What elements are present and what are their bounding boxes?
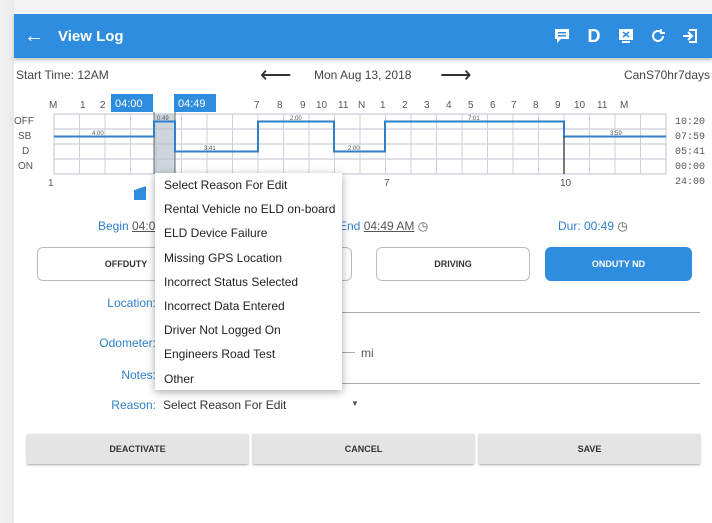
cancel-button[interactable]: CANCEL — [253, 434, 474, 464]
d-icon[interactable]: D — [580, 22, 608, 50]
hour-label: 9 — [300, 100, 306, 111]
hour-label: 10 — [574, 100, 586, 111]
end-label: End — [339, 219, 361, 233]
duration-value: Dur: 00:49 — [558, 219, 615, 233]
segment-label: 4:00 — [92, 131, 104, 137]
previous-day-icon[interactable]: ⟵ — [260, 62, 292, 88]
reason-label: Reason: — [111, 398, 156, 412]
hour-label: 6 — [490, 100, 496, 111]
segment-label: 3:59 — [610, 131, 622, 137]
hour-label: 7 — [511, 100, 517, 111]
reason-select[interactable]: Select Reason For Edit — [163, 398, 286, 412]
log-graph[interactable]: M 1 2 7 8 9 10 11 N 1 2 3 4 5 6 7 8 9 10… — [14, 94, 712, 194]
hour-label: M — [620, 100, 628, 111]
day-label: 1 — [48, 178, 54, 189]
status-onduty-nd-button[interactable]: ONDUTY ND — [545, 247, 692, 281]
status-driving-button[interactable]: DRIVING — [376, 247, 530, 281]
row-total: 07:59 — [675, 132, 705, 143]
row-label: SB — [18, 131, 32, 142]
refresh-icon[interactable] — [644, 22, 672, 50]
row-total: 24:00 — [675, 177, 705, 188]
begin-value: 04:0 — [132, 219, 156, 233]
top-margin — [0, 0, 712, 14]
hour-label: 8 — [277, 100, 283, 111]
hour-label: N — [358, 100, 365, 111]
segment-label: 2:00 — [348, 146, 360, 152]
reason-option[interactable]: Driver Not Logged On — [155, 318, 342, 342]
segment-label: 3:41 — [204, 146, 216, 152]
begin-time[interactable]: Begin 04:0 — [98, 219, 155, 233]
chevron-down-icon[interactable]: ▼ — [351, 399, 359, 408]
left-margin — [0, 0, 14, 523]
reason-option[interactable]: Other — [155, 367, 342, 391]
hour-label: 2 — [100, 100, 106, 111]
row-total: 05:41 — [675, 147, 705, 158]
hour-label: 4 — [446, 100, 452, 111]
notes-label: Notes: — [121, 368, 156, 382]
row-label: ON — [18, 161, 33, 172]
location-label: Location: — [107, 296, 156, 310]
hour-label: 5 — [468, 100, 474, 111]
reason-option[interactable]: Missing GPS Location — [155, 246, 342, 270]
row-totals: 10:20 07:59 05:41 00:00 24:00 — [675, 117, 705, 188]
clock-icon: ◷ — [417, 219, 429, 233]
cycle-rule: CanS70hr7days — [623, 68, 710, 82]
inspect-icon[interactable] — [612, 22, 640, 50]
segment-label: 2:00 — [290, 116, 302, 122]
notes-icon[interactable] — [548, 22, 576, 50]
start-time: Start Time: 12AM — [16, 68, 109, 82]
hour-label: 10 — [316, 100, 328, 111]
next-day-icon[interactable]: ⟶ — [440, 62, 472, 88]
page-title: View Log — [58, 27, 124, 45]
day-label: 7 — [384, 178, 390, 189]
odometer-unit: mi — [361, 346, 374, 360]
logout-icon[interactable] — [676, 22, 704, 50]
day-label: 10 — [560, 178, 572, 189]
selection-highlight — [154, 114, 175, 174]
reason-option[interactable]: Select Reason For Edit — [155, 173, 342, 197]
deactivate-button[interactable]: DEACTIVATE — [27, 434, 248, 464]
hour-label: M — [49, 100, 57, 111]
segment-label: 0:49 — [157, 116, 169, 122]
end-value: 04:49 AM — [363, 219, 415, 233]
begin-label: Begin — [98, 219, 129, 233]
date-navigation: Start Time: 12AM ⟵ Mon Aug 13, 2018 ⟶ Ca… — [14, 62, 712, 88]
arrow-back-icon[interactable]: ← — [14, 25, 54, 48]
hour-label: 1 — [380, 100, 386, 111]
row-total: 10:20 — [675, 117, 705, 128]
odometer-label: Odometer: — [99, 336, 156, 350]
selection-begin-text: 04:00 — [115, 98, 143, 110]
app-bar: ← View Log D — [14, 14, 712, 58]
end-time[interactable]: End 04:49 AM ◷ — [339, 219, 428, 233]
save-button[interactable]: SAVE — [479, 434, 700, 464]
hour-label: 11 — [597, 100, 608, 111]
row-total: 00:00 — [675, 162, 705, 173]
log-date: Mon Aug 13, 2018 — [314, 68, 412, 82]
hour-label: 7 — [254, 100, 260, 111]
hour-label: 8 — [533, 100, 539, 111]
clock-icon: ◷ — [617, 219, 628, 233]
row-label: D — [22, 146, 29, 157]
app-bar-actions: D — [548, 22, 712, 50]
hour-label: 11 — [338, 100, 349, 111]
hour-label: 3 — [424, 100, 430, 111]
reason-dropdown: Select Reason For Edit Rental Vehicle no… — [155, 173, 342, 390]
segment-label: 7:01 — [468, 116, 480, 122]
row-label: OFF — [14, 116, 34, 127]
hour-label: 9 — [555, 100, 561, 111]
hour-label: 2 — [402, 100, 408, 111]
reason-option[interactable]: Incorrect Data Entered — [155, 294, 342, 318]
reason-option[interactable]: Engineers Road Test — [155, 342, 342, 366]
reason-option[interactable]: ELD Device Failure — [155, 221, 342, 245]
reason-option[interactable]: Incorrect Status Selected — [155, 270, 342, 294]
duration[interactable]: Dur: 00:49 ◷ — [558, 219, 628, 233]
selection-end-text: 04:49 — [178, 98, 206, 110]
row-labels: OFF SB D ON — [14, 116, 34, 172]
reason-option[interactable]: Rental Vehicle no ELD on-board — [155, 197, 342, 221]
hour-label: 1 — [80, 100, 86, 111]
